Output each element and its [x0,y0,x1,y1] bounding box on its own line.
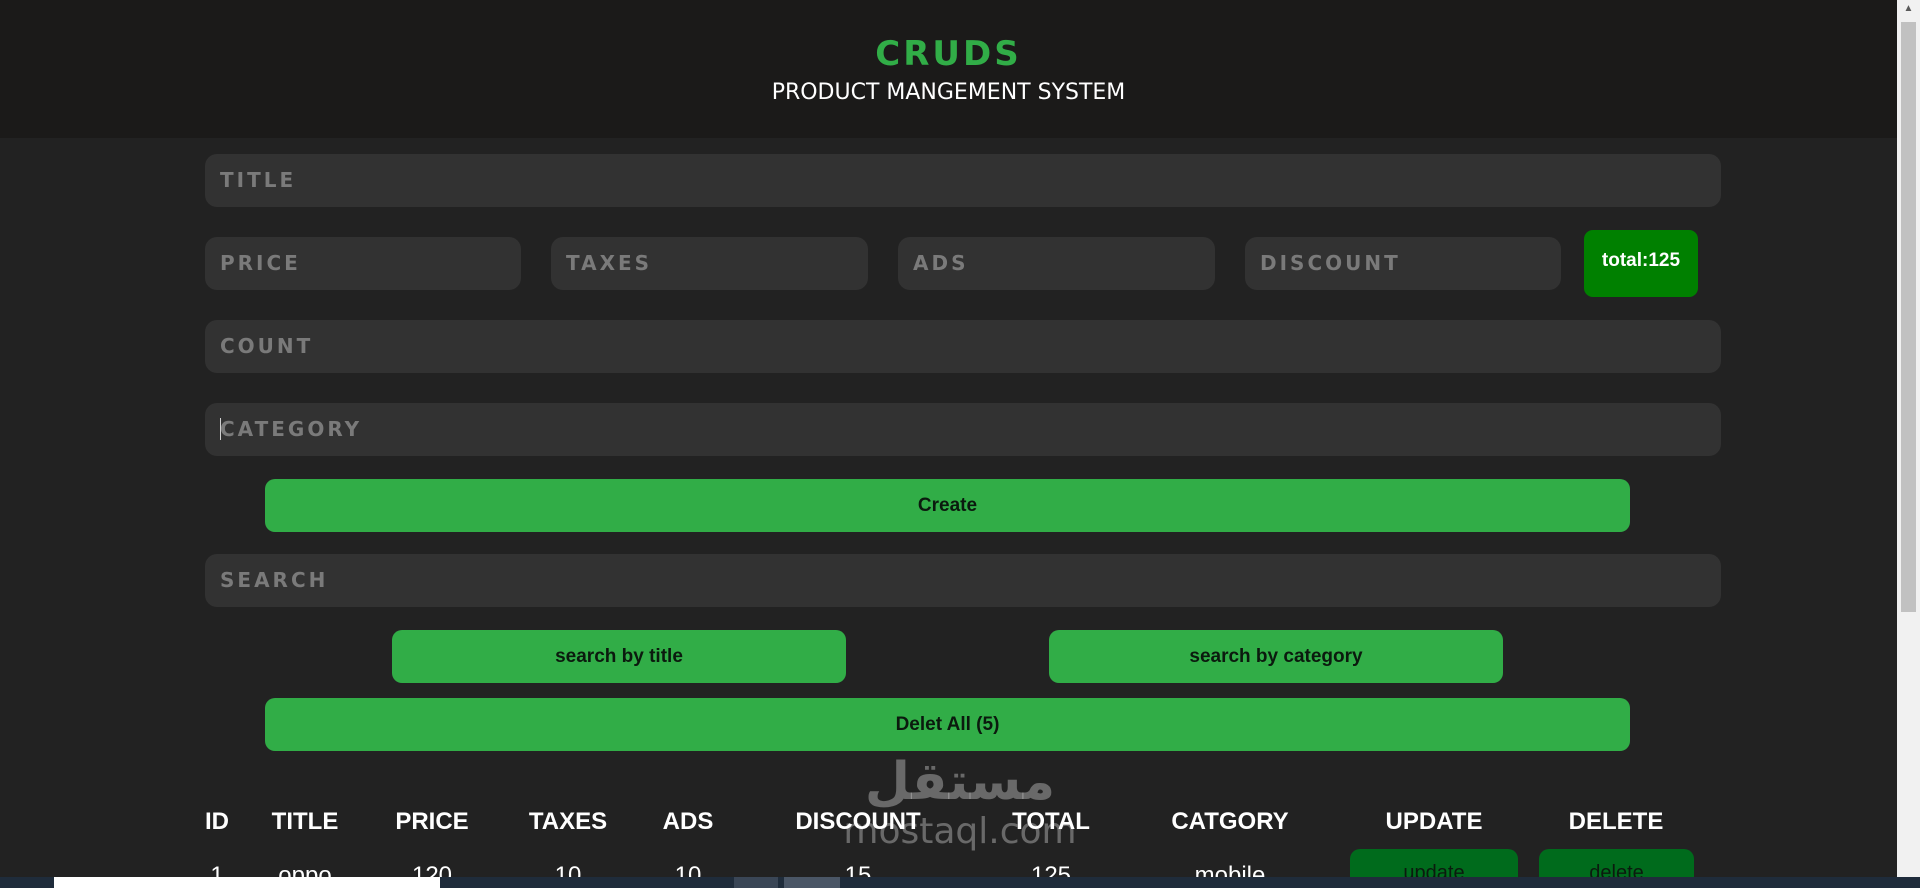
column-header-total: TOTAL [1012,808,1090,835]
create-button[interactable]: Create [265,479,1630,532]
discount-input[interactable]: DISCOUNT [1245,237,1561,290]
watermark-arabic: مستقل [864,752,1056,812]
category-placeholder: CATEGORY [220,417,363,441]
taskbar-search-box[interactable] [54,877,440,888]
search-by-title-button[interactable]: search by title [392,630,846,683]
page: CRUDS PRODUCT MANGEMENT SYSTEM TITLE PRI… [0,0,1920,888]
vertical-scrollbar[interactable]: ▲ [1897,0,1920,877]
taskbar-app-icon[interactable] [734,877,778,888]
column-header-delete: DELETE [1568,808,1664,835]
search-by-category-button[interactable]: search by category [1049,630,1503,683]
app-header: CRUDS PRODUCT MANGEMENT SYSTEM [0,0,1897,138]
ads-input[interactable]: ADS [898,237,1215,290]
scroll-up-arrow-icon[interactable]: ▲ [1897,0,1920,18]
column-header-id: ID [205,808,229,835]
total-label: total:125 [1601,250,1681,271]
title-input[interactable]: TITLE [205,154,1721,207]
app-subtitle: PRODUCT MANGEMENT SYSTEM [771,80,1126,105]
taxes-input[interactable]: TAXES [551,237,868,290]
taxes-placeholder: TAXES [566,251,653,275]
search-placeholder: SEARCH [220,568,329,592]
delete-all-button[interactable]: Delet All (5) [265,698,1630,751]
column-header-taxes: TAXES [528,808,608,835]
search-input[interactable]: SEARCH [205,554,1721,607]
count-input[interactable]: COUNT [205,320,1721,373]
column-header-ads: ADS [662,808,714,835]
ads-placeholder: ADS [913,251,969,275]
scrollbar-thumb[interactable] [1901,22,1916,612]
taskbar-app-icon-active[interactable] [784,877,840,888]
price-placeholder: PRICE [220,251,301,275]
category-input[interactable]: CATEGORY [205,403,1721,456]
discount-placeholder: DISCOUNT [1260,251,1401,275]
total-display: total:125 [1584,230,1698,297]
app-title: CRUDS [875,34,1022,74]
count-placeholder: COUNT [220,334,314,358]
column-header-discount: DISCOUNT [795,808,921,835]
column-header-title: TITLE [271,808,339,835]
column-header-category: CATGORY [1171,808,1289,835]
column-header-update: UPDATE [1385,808,1483,835]
price-input[interactable]: PRICE [205,237,521,290]
taskbar [0,877,1920,888]
column-header-price: PRICE [395,808,469,835]
text-caret [220,417,221,440]
title-placeholder: TITLE [220,168,297,192]
